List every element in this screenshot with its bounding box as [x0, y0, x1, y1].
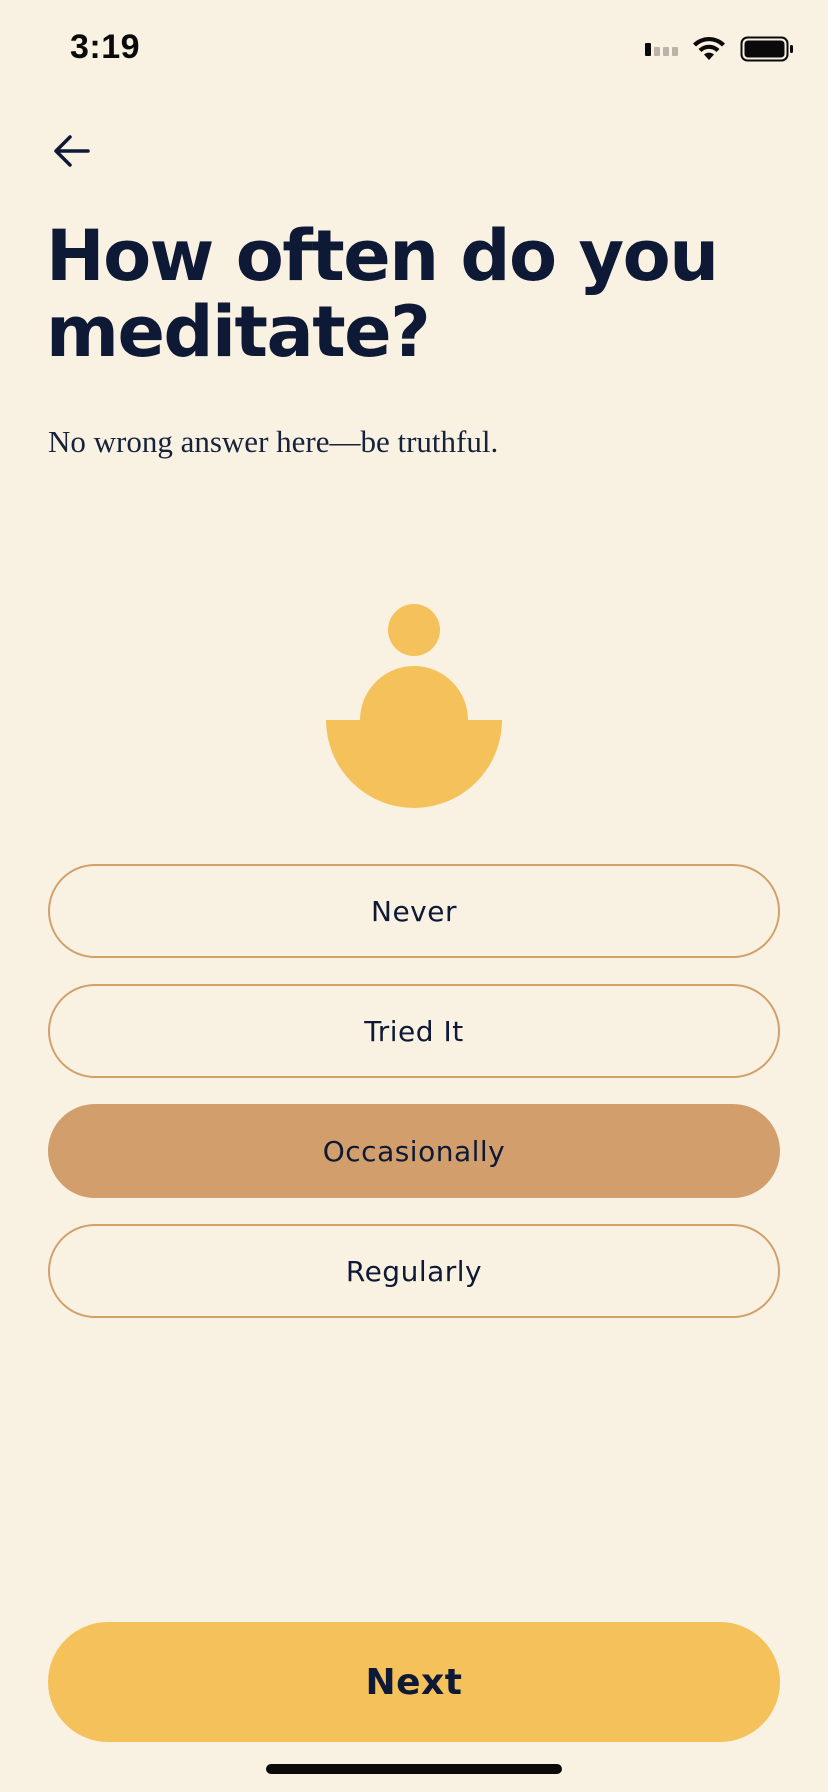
back-button[interactable] [46, 128, 98, 174]
option-never[interactable]: Never [48, 864, 780, 958]
page-subtitle: No wrong answer here—be truthful. [48, 424, 499, 459]
meditating-figure-icon [326, 604, 502, 808]
next-button[interactable]: Next [48, 1622, 780, 1742]
answer-options: Never Tried It Occasionally Regularly [48, 864, 780, 1344]
wifi-icon [693, 37, 725, 60]
cellular-signal-icon [645, 42, 678, 56]
option-regularly[interactable]: Regularly [48, 1224, 780, 1318]
option-label: Occasionally [322, 1134, 506, 1168]
arrow-left-icon [54, 135, 90, 167]
option-tried-it[interactable]: Tried It [48, 984, 780, 1078]
option-occasionally[interactable]: Occasionally [48, 1104, 780, 1198]
status-time: 3:19 [70, 28, 141, 66]
home-indicator[interactable] [266, 1764, 562, 1774]
option-label: Regularly [345, 1254, 483, 1288]
next-button-label: Next [365, 1661, 463, 1703]
option-label: Tried It [364, 1014, 464, 1048]
battery-icon [740, 36, 793, 62]
status-icons [645, 36, 794, 62]
page-title: How often do you meditate? [46, 215, 719, 373]
option-label: Never [371, 894, 457, 928]
status-bar: 3:19 [0, 0, 828, 100]
